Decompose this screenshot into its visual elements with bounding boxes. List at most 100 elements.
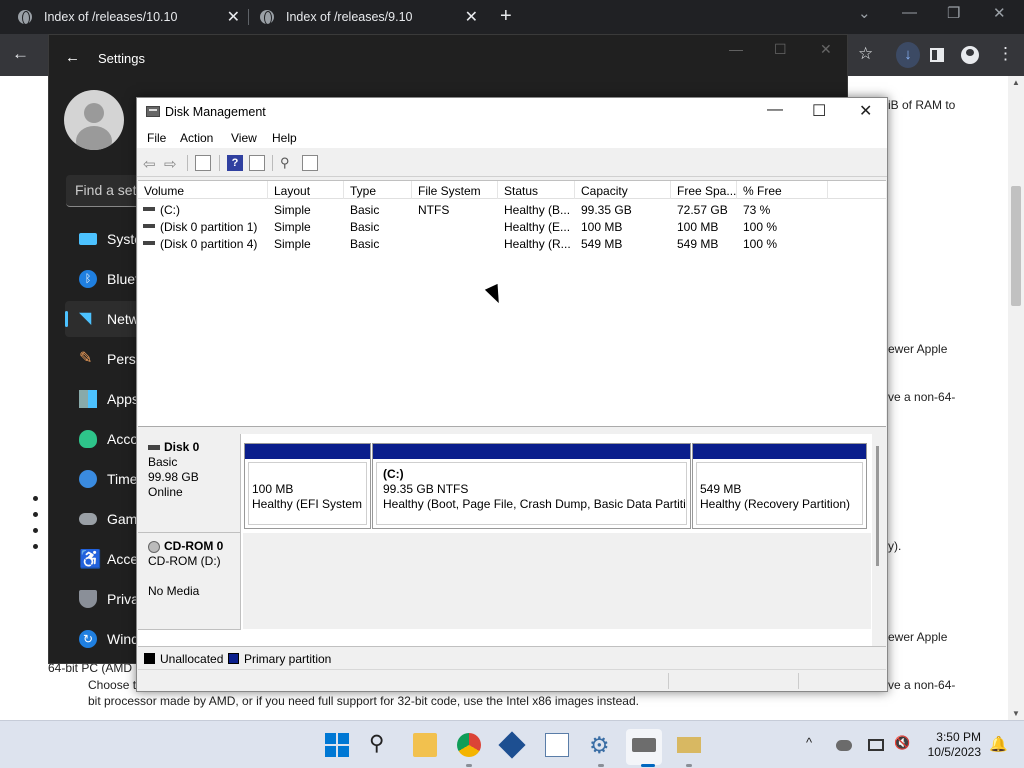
nav-accounts[interactable]: Accounts (65, 421, 145, 457)
nav-apps[interactable]: Apps (65, 381, 145, 417)
virtualbox-icon[interactable] (498, 731, 526, 759)
help-icon[interactable]: ? (227, 155, 243, 171)
nav-privacy[interactable]: Privacy & security (65, 581, 145, 617)
partition-color-bar (693, 444, 866, 459)
onedrive-icon[interactable] (836, 740, 852, 751)
back-button[interactable]: ← (12, 44, 29, 64)
table-row[interactable]: (C:) Simple Basic NTFS Healthy (B... 99.… (138, 201, 886, 218)
new-tab-button[interactable]: + (500, 5, 512, 28)
nav-personalization[interactable]: ✎ Personalization (65, 341, 145, 377)
back-arrow-icon[interactable]: ⇦ (143, 155, 159, 173)
chrome-menu-icon[interactable]: ⋮ (997, 44, 1014, 64)
performance-monitor-icon[interactable] (545, 733, 569, 757)
column-header-type[interactable]: Type (344, 181, 412, 199)
maximize-button[interactable]: ☐ (774, 41, 787, 58)
browser-tab-1[interactable]: Index of /releases/10.10 ✕ (18, 0, 240, 34)
clock-time: 3:50 PM (936, 730, 981, 744)
close-tab-icon[interactable]: ✕ (465, 7, 478, 27)
scrollbar-thumb[interactable] (1011, 186, 1021, 306)
media-creation-icon[interactable] (677, 737, 701, 753)
browser-tab-2[interactable]: Index of /releases/9.10 ✕ (260, 0, 478, 34)
side-panel-icon[interactable] (930, 48, 944, 62)
forward-arrow-icon[interactable]: ⇨ (164, 155, 180, 173)
nav-network[interactable]: ◥ Network & internet (65, 301, 145, 337)
running-indicator (686, 764, 692, 767)
notification-bell-icon[interactable]: 🔔 (989, 735, 1008, 753)
nav-label: Apps (107, 391, 139, 407)
close-button[interactable]: ✕ (820, 41, 832, 58)
list-view-icon[interactable] (302, 155, 318, 171)
nav-bluetooth[interactable]: ᛒ Bluetooth & devices (65, 261, 145, 297)
pane-splitter[interactable] (138, 426, 886, 434)
disk-management-icon[interactable] (632, 738, 656, 752)
profile-avatar-icon[interactable] (961, 46, 979, 64)
close-button[interactable]: ✕ (859, 101, 872, 121)
volume-muted-icon[interactable]: 🔇 (894, 735, 910, 751)
nav-time-language[interactable]: Time & language (65, 461, 145, 497)
column-header-capacity[interactable]: Capacity (575, 181, 671, 199)
title-bar[interactable]: Disk Management — ☐ ✕ (137, 98, 887, 126)
menu-action[interactable]: Action (180, 131, 213, 145)
nav-system[interactable]: System (65, 221, 145, 257)
toolbar-separator (187, 155, 188, 171)
table-row[interactable]: (Disk 0 partition 4) Simple Basic Health… (138, 235, 886, 252)
column-header-percent-free[interactable]: % Free (737, 181, 828, 199)
list-bullet (33, 528, 38, 533)
partition-status: Healthy (EFI System P (252, 497, 367, 511)
download-icon[interactable]: ↓ (896, 42, 920, 68)
console-tree-icon[interactable] (195, 155, 211, 171)
scroll-up-icon[interactable]: ▲ (1012, 78, 1020, 87)
capacity-cell: 549 MB (581, 237, 623, 251)
column-header-free-space[interactable]: Free Spa... (671, 181, 737, 199)
page-scrollbar[interactable]: ▲ ▼ (1008, 76, 1024, 720)
close-button[interactable]: ✕ (993, 4, 1006, 22)
system-clock[interactable]: 3:50 PM 10/5/2023 (925, 730, 981, 760)
settings-search-input[interactable]: Find a setting (66, 175, 146, 207)
restore-button[interactable]: ❐ (947, 4, 960, 22)
menu-view[interactable]: View (231, 131, 257, 145)
display-icon[interactable] (868, 739, 884, 751)
show-hidden-icons-chevron[interactable]: ^ (806, 735, 812, 750)
settings-back-button[interactable]: ← (65, 49, 80, 66)
partition-efi[interactable]: 100 MB Healthy (EFI System P (244, 443, 371, 529)
column-header-volume[interactable]: Volume (138, 181, 268, 199)
menu-help[interactable]: Help (272, 131, 297, 145)
running-indicator (641, 764, 655, 767)
disk-0-label[interactable]: Disk 0 Basic 99.98 GB Online (138, 434, 241, 533)
chrome-icon[interactable] (457, 733, 481, 757)
cdrom-0-label[interactable]: CD-ROM 0 CD-ROM (D:) No Media (138, 533, 241, 630)
settings-gear-icon[interactable]: ⚙ (589, 733, 613, 757)
percent-free-cell: 100 % (743, 220, 778, 234)
nav-windows-update[interactable]: ↻ Windows Update (65, 621, 145, 657)
scrollbar-thumb[interactable] (876, 446, 879, 566)
column-header-file-system[interactable]: File System (412, 181, 498, 199)
table-row[interactable]: (Disk 0 partition 1) Simple Basic Health… (138, 218, 886, 235)
bookmark-star-icon[interactable]: ☆ (858, 44, 873, 64)
maximize-button[interactable]: ☐ (812, 101, 826, 121)
properties-icon[interactable] (249, 155, 265, 171)
running-indicator (598, 764, 604, 767)
connect-icon[interactable]: ⚲ (280, 155, 296, 171)
disk-type: Basic (148, 455, 178, 469)
partition-recovery[interactable]: 549 MB Healthy (Recovery Partition) (692, 443, 867, 529)
partition-c[interactable]: (C:) 99.35 GB NTFS Healthy (Boot, Page F… (372, 443, 691, 529)
tab-search-icon[interactable]: ⌄ (858, 4, 871, 22)
search-icon[interactable]: ⚲ (369, 733, 393, 757)
apps-icon (79, 390, 97, 408)
close-tab-icon[interactable]: ✕ (227, 7, 240, 27)
column-header-status[interactable]: Status (498, 181, 575, 199)
menu-file[interactable]: File (147, 131, 166, 145)
user-avatar[interactable] (64, 90, 124, 150)
disk-map-scrollbar[interactable] (872, 434, 886, 646)
nav-accessibility[interactable]: ♿ Accessibility (65, 541, 145, 577)
minimize-button[interactable]: — (729, 41, 743, 57)
scroll-down-icon[interactable]: ▼ (1012, 709, 1020, 718)
volume-list: Volume Layout Type File System Status Ca… (138, 180, 886, 426)
file-explorer-icon[interactable] (413, 733, 437, 757)
column-header-layout[interactable]: Layout (268, 181, 344, 199)
minimize-button[interactable]: — (767, 101, 783, 119)
cdrom-media-area[interactable] (243, 533, 871, 629)
nav-gaming[interactable]: Gaming (65, 501, 145, 537)
start-icon[interactable] (325, 733, 349, 757)
minimize-button[interactable]: — (902, 4, 917, 21)
